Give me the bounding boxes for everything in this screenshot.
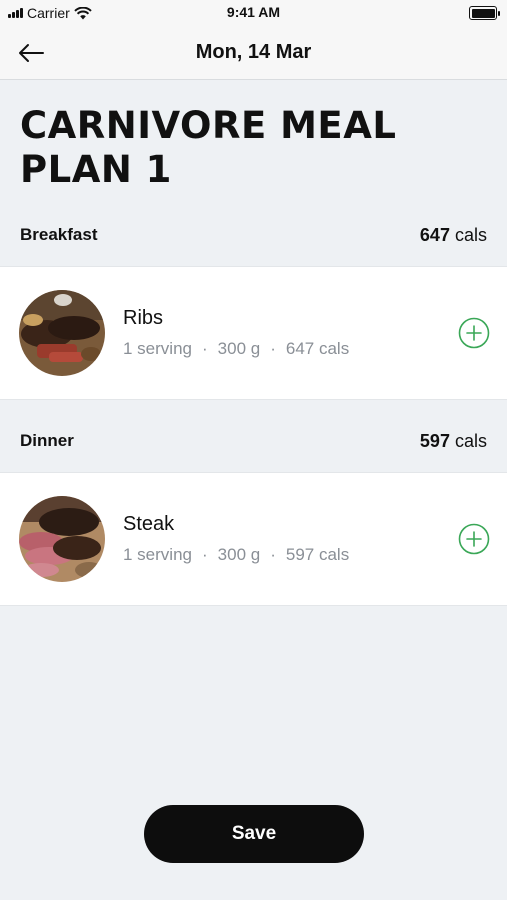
meal-name: Steak — [123, 513, 175, 535]
add-steak-button[interactable] — [458, 523, 490, 555]
section-cals: 597 cals — [420, 431, 487, 452]
section-cals-value: 597 — [419, 430, 450, 451]
meal-row-steak[interactable]: Steak 1 serving · 300 g · 597 cals — [0, 472, 507, 606]
steak-photo — [19, 496, 105, 582]
meal-meta: 1 serving · 300 g · 597 cals — [123, 545, 349, 565]
section-header-dinner: Dinner 597 cals — [0, 417, 507, 465]
separator-dot: · — [201, 339, 208, 358]
ribs-photo — [19, 290, 105, 376]
meal-name: Ribs — [123, 307, 164, 329]
separator-dot: · — [201, 545, 208, 564]
nav-bar: Mon, 14 Mar — [0, 26, 507, 80]
meal-meta: 1 serving · 300 g · 647 cals — [123, 339, 349, 359]
status-bar: Carrier 9:41 AM — [0, 0, 507, 26]
battery-icon — [469, 6, 500, 20]
meal-cals: 647 cals — [285, 339, 350, 358]
meal-row-ribs[interactable]: Ribs 1 serving · 300 g · 647 cals — [0, 266, 507, 400]
section-name: Dinner — [20, 431, 74, 450]
page-title: CARNIVORE MEAL PLAN 1 — [20, 104, 397, 191]
separator-dot: · — [270, 339, 276, 358]
status-time: 9:41 AM — [226, 4, 281, 20]
meal-cals: 597 cals — [285, 545, 350, 564]
plus-circle-icon — [458, 523, 490, 555]
plus-circle-icon — [458, 317, 490, 349]
meal-weight: 300 g — [217, 545, 261, 564]
nav-title: Mon, 14 Mar — [195, 41, 312, 63]
meal-serving: 1 serving — [123, 545, 192, 564]
meal-weight: 300 g — [217, 339, 261, 358]
section-cals: 647 cals — [420, 225, 487, 246]
section-header-breakfast: Breakfast 647 cals — [0, 211, 507, 259]
section-cals-unit: cals — [454, 224, 487, 245]
meal-serving: 1 serving — [123, 339, 192, 358]
add-ribs-button[interactable] — [458, 317, 490, 349]
save-button[interactable]: Save — [144, 805, 364, 863]
section-name: Breakfast — [20, 225, 98, 244]
separator-dot: · — [270, 545, 276, 564]
section-cals-unit: cals — [454, 430, 487, 451]
section-cals-value: 647 — [419, 224, 450, 245]
